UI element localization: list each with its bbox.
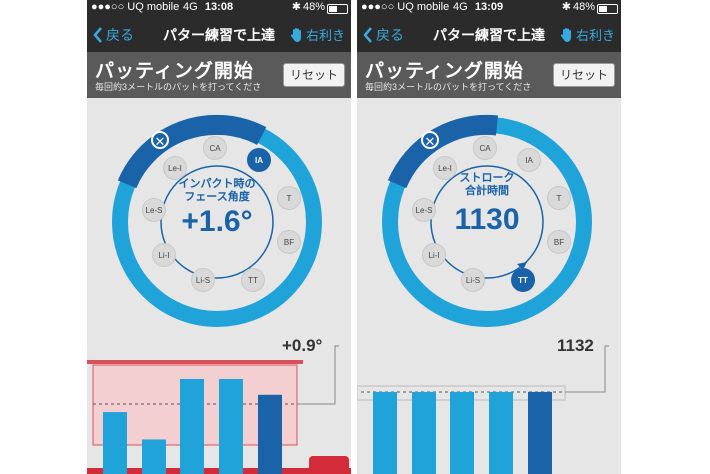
result-bar [142, 439, 166, 474]
metric-name-line2: フェース角度 [184, 191, 250, 203]
result-bar [528, 391, 552, 474]
ring-node-le-i[interactable]: Le-I [433, 156, 457, 180]
ring-node-ia[interactable]: IA [517, 148, 541, 172]
result-bar-chart [87, 345, 351, 474]
ring-node-li-s[interactable]: Li-S [461, 268, 485, 292]
ring-node-li-s[interactable]: Li-S [191, 268, 215, 292]
ring-node-le-s[interactable]: Le-S [142, 198, 166, 222]
ring-node-le-s[interactable]: Le-S [412, 198, 436, 222]
ring-node-bf[interactable]: BF [547, 230, 571, 254]
ring-node-t[interactable]: T [277, 186, 301, 210]
phone-screen-right: ●●●○○ UQ mobile 4G 13:09 ✱ 48% 戻る パター練習で… [357, 0, 621, 474]
ring-node-ca[interactable]: CA [203, 136, 227, 160]
result-bar [258, 394, 282, 474]
metric-name-line2: 合計時間 [465, 185, 509, 197]
target-leader-line [297, 345, 339, 405]
target-leader-line [565, 345, 609, 393]
ring-node-t[interactable]: T [547, 186, 571, 210]
ring-node-li-i[interactable]: Li-I [422, 243, 446, 267]
band-top-line [87, 360, 303, 364]
metric-value: +1.6° [181, 205, 253, 238]
result-bar [180, 378, 204, 474]
ring-active-arc [117, 114, 267, 189]
metric-ring [382, 114, 592, 327]
result-bar [489, 391, 513, 474]
close-icon[interactable]: ✕ [151, 131, 169, 149]
metric-name: インパクト時の フェース角度 [147, 178, 287, 204]
metric-name-line1: インパクト時の [178, 178, 256, 190]
close-icon[interactable]: ✕ [421, 131, 439, 149]
result-bar [450, 391, 474, 474]
phone-screen-left: ●●●○○ UQ mobile 4G 13:08 ✱ 48% 戻る パター練習で… [87, 0, 351, 474]
result-bar [373, 391, 397, 474]
ring-node-ia[interactable]: IA [247, 148, 271, 172]
metric-ring [112, 114, 322, 327]
ring-node-le-i[interactable]: Le-I [163, 156, 187, 180]
result-bar [103, 412, 127, 474]
ring-node-tt[interactable]: TT [241, 268, 265, 292]
ring-node-ca[interactable]: CA [473, 136, 497, 160]
flag-icon [309, 456, 349, 474]
result-bar-chart [357, 345, 609, 474]
result-bar [412, 391, 436, 474]
metric-value: 1130 [454, 203, 520, 236]
ring-node-tt[interactable]: TT [511, 268, 535, 292]
result-bar [219, 378, 243, 474]
ring-node-li-i[interactable]: Li-I [152, 243, 176, 267]
ring-node-bf[interactable]: BF [277, 230, 301, 254]
